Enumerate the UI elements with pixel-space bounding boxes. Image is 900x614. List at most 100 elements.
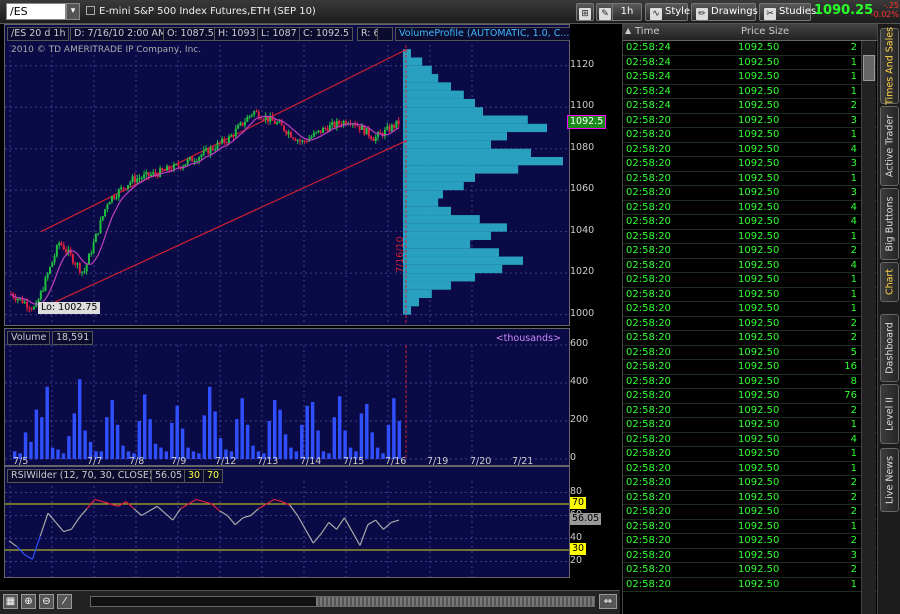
candle-body xyxy=(78,263,81,273)
ts-row[interactable]: 02:58:20 1092.50 2 xyxy=(623,491,877,505)
ts-row[interactable]: 02:58:20 1092.50 4 xyxy=(623,433,877,447)
ts-row[interactable]: 02:58:20 1092.50 5 xyxy=(623,346,877,360)
ts-row[interactable]: 02:58:24 1092.50 1 xyxy=(623,85,877,99)
ts-row[interactable]: 02:58:20 1092.50 3 xyxy=(623,549,877,563)
timeframe-button[interactable]: 1h xyxy=(612,3,642,21)
zoom-in-button[interactable]: ⊕ xyxy=(21,594,36,609)
rsi-chart[interactable] xyxy=(5,467,569,577)
ts-row[interactable]: 02:58:20 1092.50 2 xyxy=(623,244,877,259)
ts-row[interactable]: 02:58:20 1092.50 1 xyxy=(623,578,877,592)
ts-price: 1092.50 xyxy=(738,332,780,343)
volume-profile-bar xyxy=(403,256,523,265)
link-button[interactable]: ⊞ xyxy=(576,3,594,21)
ts-row[interactable]: 02:58:20 1092.50 1 xyxy=(623,520,877,534)
price-chart[interactable] xyxy=(5,25,569,325)
side-tab-big-buttons[interactable]: Big Buttons xyxy=(880,188,899,260)
studies-button[interactable]: ✂ Studies xyxy=(759,3,816,21)
ts-price: 1092.50 xyxy=(738,216,780,227)
ts-row[interactable]: 02:58:20 1092.50 2 xyxy=(623,317,877,331)
x-tick-label: 7/16 xyxy=(385,456,406,465)
candle-body xyxy=(331,121,334,125)
drawing-tool-button[interactable]: ⁄ xyxy=(57,594,72,609)
ts-row[interactable]: 02:58:20 1092.50 4 xyxy=(623,215,877,230)
ts-row[interactable]: 02:58:20 1092.50 1 xyxy=(623,302,877,317)
ts-row[interactable]: 02:58:20 1092.50 4 xyxy=(623,259,877,273)
ts-row[interactable]: 02:58:20 1092.50 1 xyxy=(623,128,877,143)
ts-row[interactable]: 02:58:20 1092.50 2 xyxy=(623,505,877,520)
candle-body xyxy=(46,273,49,278)
time-scroll-thumb[interactable] xyxy=(316,597,594,606)
study-volume-profile[interactable]: VolumeProfile (AUTOMATIC, 1.0, C... xyxy=(395,27,574,41)
ts-col-time[interactable]: Time xyxy=(635,26,659,37)
candle-body xyxy=(113,196,116,199)
ts-row[interactable]: 02:58:24 1092.50 2 xyxy=(623,99,877,114)
rsi-label[interactable]: RSIWilder (12, 70, 30, CLOSE) xyxy=(7,469,157,483)
ts-time: 02:58:20 xyxy=(626,404,671,416)
ts-row[interactable]: 02:58:20 1092.50 1 xyxy=(623,273,877,288)
ts-row[interactable]: 02:58:24 1092.50 1 xyxy=(623,70,877,85)
chart-area[interactable]: /ES 20 d 1h D: 7/16/10 2:00 AM O: 1087.5… xyxy=(4,24,587,590)
study-settings-icon[interactable] xyxy=(377,27,393,41)
ts-row[interactable]: 02:58:20 1092.50 3 xyxy=(623,186,877,201)
candle-body xyxy=(273,120,276,124)
volume-pane[interactable]: 7/5 7/7 7/8 7/9 7/12 7/13 7/14 7/15 7/16 7/19 7/20… xyxy=(4,328,570,466)
ts-row[interactable]: 02:58:20 1092.50 1 xyxy=(623,447,877,462)
ts-row[interactable]: 02:58:20 1092.50 3 xyxy=(623,157,877,172)
price-pane[interactable]: /ES 20 d 1h D: 7/16/10 2:00 AM O: 1087.5… xyxy=(4,24,587,326)
side-tab-times-and-sales[interactable]: Times And Sales xyxy=(880,27,899,105)
checkbox-icon[interactable] xyxy=(86,6,95,15)
style-button[interactable]: ∿ Style xyxy=(645,3,690,21)
zoom-out-button[interactable]: ▦ xyxy=(3,594,18,609)
side-tab-dashboard[interactable]: Dashboard xyxy=(880,314,899,382)
symbol-lookup-button[interactable]: ▾ xyxy=(66,3,80,20)
ts-row[interactable]: 02:58:20 1092.50 2 xyxy=(623,476,877,491)
ts-price: 1092.50 xyxy=(738,245,780,256)
ts-row[interactable]: 02:58:20 1092.50 2 xyxy=(623,563,877,578)
ts-row[interactable]: 02:58:20 1092.50 8 xyxy=(623,375,877,389)
ts-row[interactable]: 02:58:20 1092.50 1 xyxy=(623,288,877,302)
ts-row[interactable]: 02:58:20 1092.50 76 xyxy=(623,389,877,404)
ts-col-price-size[interactable]: Price Size xyxy=(741,26,789,37)
side-tab-live-news[interactable]: Live News xyxy=(880,448,899,512)
sort-arrow-icon[interactable]: ▲ xyxy=(625,26,631,35)
zoom-reset-button[interactable]: ⊖ xyxy=(39,594,54,609)
ts-row[interactable]: 02:58:20 1092.50 16 xyxy=(623,360,877,375)
time-and-sales[interactable]: ▲ Time Price Size 02:58:24 1092.50 2 02:58:… xyxy=(622,24,877,614)
candle-body xyxy=(30,308,33,310)
ts-row[interactable]: 02:58:20 1092.50 4 xyxy=(623,143,877,157)
ts-row[interactable]: 02:58:20 1092.50 2 xyxy=(623,534,877,549)
ts-row[interactable]: 02:58:20 1092.50 4 xyxy=(623,201,877,215)
ts-size: 4 xyxy=(850,143,857,155)
symbol-input[interactable] xyxy=(6,3,66,20)
candle-body xyxy=(386,126,389,130)
volume-profile-bar xyxy=(403,82,451,91)
scroll-to-end-button[interactable]: ⇔ xyxy=(599,594,617,609)
ts-row[interactable]: 02:58:20 1092.50 3 xyxy=(623,114,877,128)
ts-row[interactable]: 02:58:24 1092.50 1 xyxy=(623,56,877,70)
volume-bar xyxy=(110,400,114,459)
ts-row[interactable]: 02:58:20 1092.50 1 xyxy=(623,462,877,476)
drawings-button[interactable]: ✏ Drawings xyxy=(691,3,758,21)
ts-row[interactable]: 02:58:20 1092.50 1 xyxy=(623,172,877,186)
ts-row[interactable]: 02:58:20 1092.50 1 xyxy=(623,418,877,433)
ts-scrollbar[interactable] xyxy=(861,41,876,614)
ts-row[interactable]: 02:58:24 1092.50 2 xyxy=(623,41,877,56)
ts-scroll-thumb[interactable] xyxy=(863,55,875,81)
time-scrollbar[interactable] xyxy=(90,596,595,607)
ts-row[interactable]: 02:58:20 1092.50 2 xyxy=(623,404,877,418)
net-change: -.25 -0.02% xyxy=(869,1,899,19)
price-axis[interactable]: 1120 1100 1080 1060 1040 1020 1000 1092.5 600 400… xyxy=(567,24,620,590)
ts-size: 2 xyxy=(850,245,857,256)
rsi-pane[interactable]: RSIWilder (12, 70, 30, CLOSE) 56.05 30 7… xyxy=(4,466,570,578)
volume-chart[interactable]: 7/5 7/7 7/8 7/9 7/12 7/13 7/14 7/15 7/16 7/19 7/20… xyxy=(5,329,569,465)
chart-symbol-period[interactable]: /ES 20 d 1h xyxy=(7,27,70,41)
side-tab-active-trader[interactable]: Active Trader xyxy=(880,106,899,186)
side-tab-level-ii[interactable]: Level II xyxy=(880,384,899,444)
side-tab-chart[interactable]: Chart xyxy=(880,262,899,302)
ts-row[interactable]: 02:58:20 1092.50 2 xyxy=(623,331,877,346)
ts-price: 1092.50 xyxy=(738,143,780,155)
volume-label: Volume xyxy=(7,331,51,345)
volume-bar xyxy=(365,403,369,459)
ts-time: 02:58:20 xyxy=(626,114,671,126)
ts-row[interactable]: 02:58:20 1092.50 1 xyxy=(623,230,877,244)
